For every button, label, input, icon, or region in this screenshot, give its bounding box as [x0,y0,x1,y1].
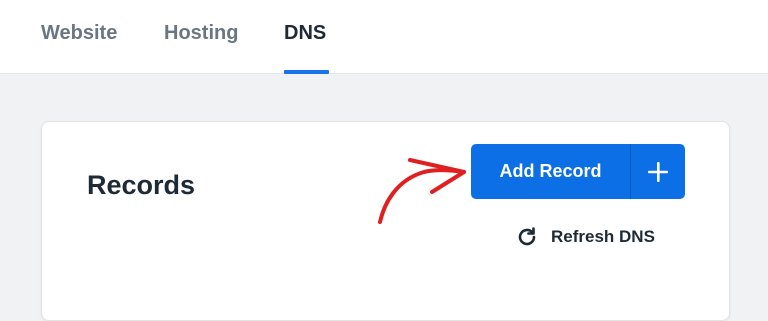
tab-dns[interactable]: DNS [284,22,326,45]
add-record-button[interactable]: Add Record [471,144,630,199]
plus-icon [648,161,668,182]
refresh-icon [518,227,536,246]
tab-hosting[interactable]: Hosting [164,22,238,45]
add-record-plus-button[interactable] [631,144,685,199]
active-tab-indicator [284,70,329,74]
refresh-dns-button[interactable]: Refresh DNS [515,225,655,249]
add-record-button-group: Add Record [471,144,685,199]
records-title: Records [87,170,196,200]
refresh-dns-label: Refresh DNS [551,227,655,246]
red-arrow-annotation-icon [378,158,466,224]
top-nav: Website Hosting DNS [0,0,768,74]
tab-website[interactable]: Website [41,22,117,45]
